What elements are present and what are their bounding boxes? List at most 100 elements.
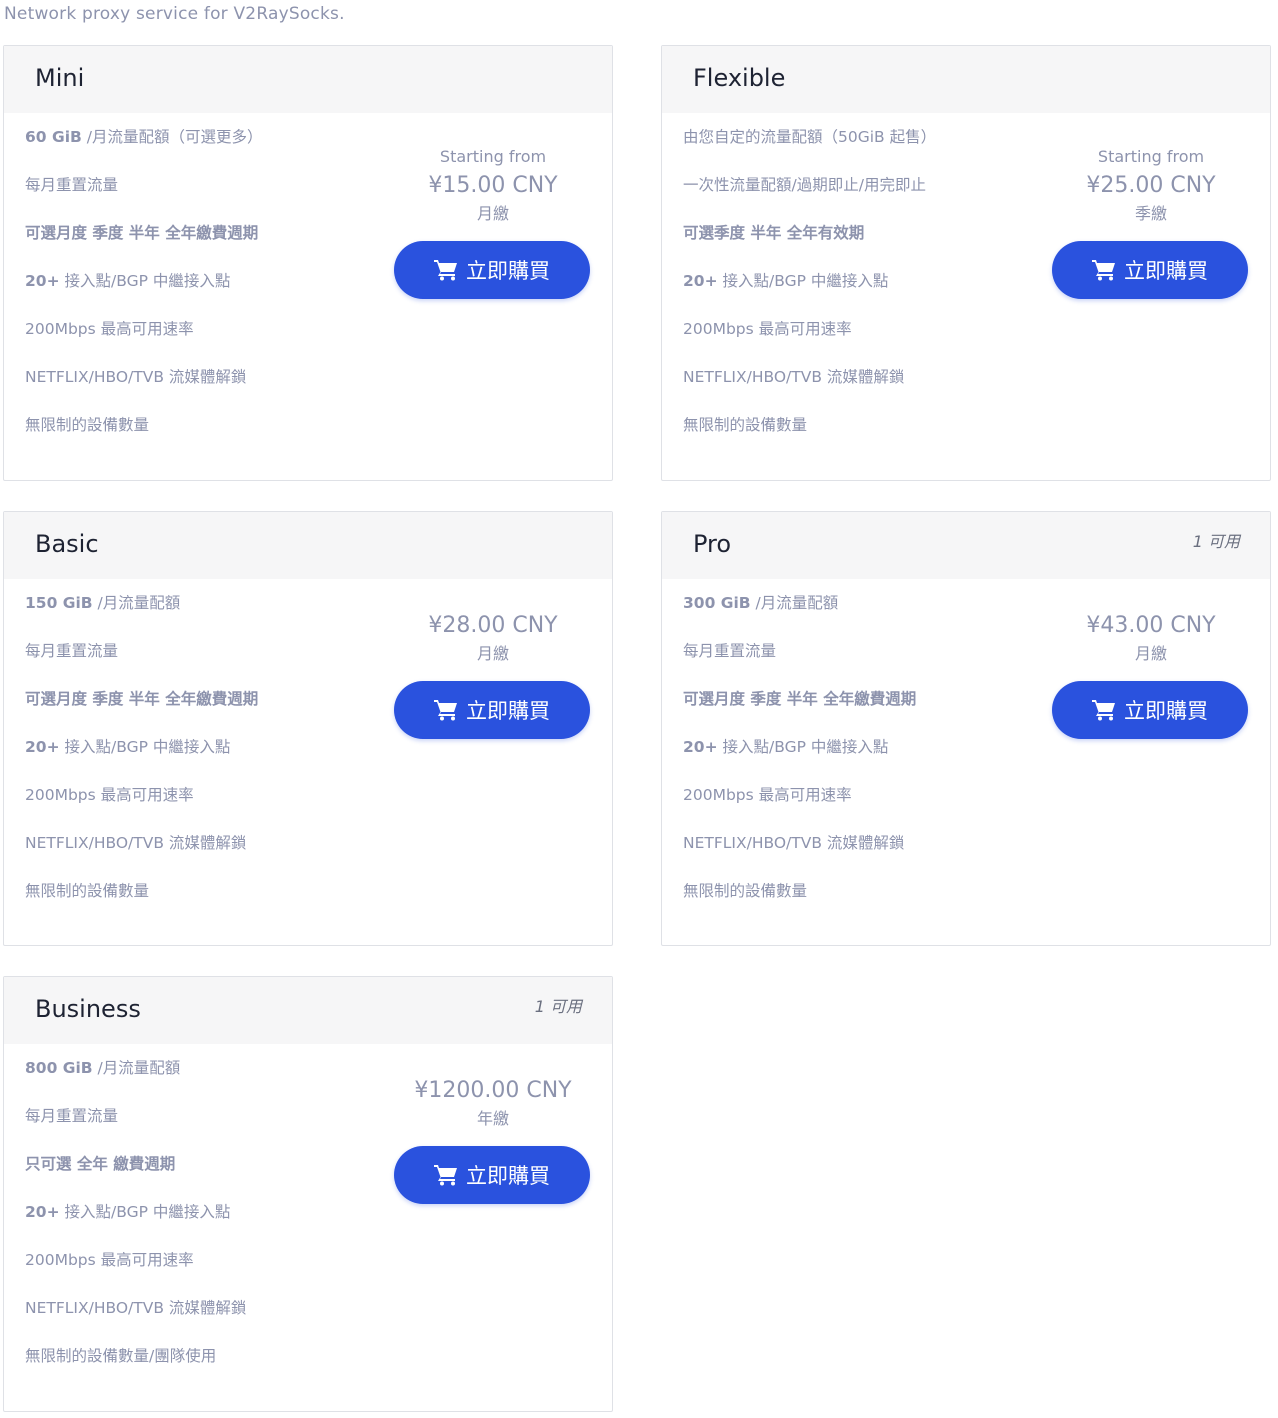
- feature-text: NETFLIX/HBO/TVB 流媒體解鎖: [25, 368, 247, 386]
- feature-item: 每月重置流量: [25, 172, 262, 220]
- feature-list: 300 GiB /月流量配額每月重置流量可選月度 季度 半年 全年繳費週期 20+…: [683, 590, 916, 926]
- feature-text: 接入點/BGP 中繼接入點: [59, 272, 231, 290]
- plan-title: Flexible: [693, 64, 786, 92]
- feature-text: NETFLIX/HBO/TVB 流媒體解鎖: [683, 834, 905, 852]
- price-box: ¥43.00 CNY 月繳 立即購買: [1052, 611, 1250, 739]
- feature-item: 20+ 接入點/BGP 中繼接入點: [25, 734, 258, 782]
- buy-now-label: 立即購買: [466, 1164, 550, 1188]
- buy-now-button[interactable]: 立即購買: [394, 241, 590, 299]
- availability-label: 1 可用: [1192, 532, 1240, 551]
- feature-text: 無限制的設備數量: [683, 416, 808, 434]
- feature-list: 150 GiB /月流量配額 每月重置流量 可選月度 季度 半年 全年繳費週期 20+…: [25, 590, 258, 926]
- feature-item: 由您自定的流量配額（50GiB 起售）: [683, 124, 936, 172]
- plan-card-flexible: Flexible 由您自定的流量配額（50GiB 起售） 一次性流量配額/過期即止…: [661, 45, 1271, 481]
- feature-text: 無限制的設備數量: [25, 882, 150, 900]
- feature-item: 60 GiB /月流量配額（可選更多）: [25, 124, 262, 172]
- price-amount: ¥15.00 CNY: [428, 173, 558, 198]
- feature-text: /月流量配額: [92, 594, 181, 612]
- feature-text: 無限制的設備數量: [25, 416, 150, 434]
- feature-highlight: 60 GiB: [25, 128, 82, 146]
- buy-now-button[interactable]: 立即購買: [1052, 681, 1248, 739]
- buy-now-label: 立即購買: [466, 699, 550, 723]
- feature-highlight: 20+: [25, 1203, 60, 1221]
- starting-from-label: Starting from: [439, 147, 547, 166]
- cart-icon: [1092, 700, 1115, 721]
- feature-highlight: 300 GiB: [683, 594, 751, 612]
- pricing-page: Network proxy service for V2RaySocks. Mi…: [0, 0, 1278, 1418]
- card-header: Business 1 可用: [4, 977, 612, 1044]
- feature-text: 每月重置流量: [25, 176, 119, 194]
- buy-now-label: 立即購買: [1124, 699, 1208, 723]
- card-header: Pro 1 可用: [662, 512, 1270, 579]
- feature-item: 每月重置流量: [25, 638, 258, 686]
- availability-label: 1 可用: [534, 997, 582, 1016]
- card-header: Flexible: [662, 46, 1270, 113]
- feature-highlight: 可選季度 半年 全年有效期: [683, 224, 865, 242]
- price-box: ¥1200.00 CNY 年繳 立即購買: [394, 1076, 592, 1204]
- buy-now-button[interactable]: 立即購買: [394, 681, 590, 739]
- feature-item: 20+ 接入點/BGP 中繼接入點: [683, 734, 916, 782]
- feature-text: NETFLIX/HBO/TVB 流媒體解鎖: [683, 368, 905, 386]
- feature-item: 20+ 接入點/BGP 中繼接入點: [25, 1199, 246, 1247]
- plan-title: Mini: [35, 64, 85, 92]
- buy-now-button[interactable]: 立即購買: [1052, 241, 1248, 299]
- price-box: Starting from ¥25.00 CNY 季繳 立即購買: [1052, 143, 1250, 299]
- feature-text: NETFLIX/HBO/TVB 流媒體解鎖: [25, 1299, 247, 1317]
- feature-text: 200Mbps 最高可用速率: [683, 320, 852, 338]
- plan-title: Pro: [693, 530, 732, 558]
- feature-item: 無限制的設備數量: [25, 878, 258, 926]
- billing-cycle: 月繳: [476, 644, 509, 663]
- feature-item: 20+ 接入點/BGP 中繼接入點: [25, 268, 262, 316]
- feature-item: 200Mbps 最高可用速率: [25, 316, 262, 364]
- feature-text: 接入點/BGP 中繼接入點: [59, 738, 231, 756]
- feature-text: /月流量配額: [750, 594, 839, 612]
- card-header: Basic: [4, 512, 612, 579]
- feature-item: 800 GiB /月流量配額: [25, 1055, 246, 1103]
- feature-text: 200Mbps 最高可用速率: [683, 786, 852, 804]
- price-amount: ¥28.00 CNY: [428, 613, 558, 638]
- feature-text: 200Mbps 最高可用速率: [25, 786, 194, 804]
- feature-highlight: 20+: [683, 272, 718, 290]
- page-subtitle: Network proxy service for V2RaySocks.: [4, 4, 345, 24]
- feature-item: NETFLIX/HBO/TVB 流媒體解鎖: [683, 364, 936, 412]
- feature-highlight: 20+: [25, 272, 60, 290]
- feature-item: 每月重置流量: [25, 1103, 246, 1151]
- feature-item: 可選月度 季度 半年 全年繳費週期: [683, 686, 916, 734]
- price-amount: ¥43.00 CNY: [1086, 613, 1216, 638]
- feature-item: 可選季度 半年 全年有效期: [683, 220, 936, 268]
- feature-item: 200Mbps 最高可用速率: [683, 782, 916, 830]
- billing-cycle: 月繳: [1134, 644, 1167, 663]
- buy-now-label: 立即購買: [1124, 259, 1208, 283]
- billing-cycle: 年繳: [476, 1109, 509, 1128]
- buy-now-button[interactable]: 立即購買: [394, 1146, 590, 1204]
- feature-item: NETFLIX/HBO/TVB 流媒體解鎖: [25, 830, 258, 878]
- cart-icon: [434, 700, 457, 721]
- cart-icon: [434, 1165, 457, 1186]
- feature-text: /月流量配額: [92, 1059, 181, 1077]
- feature-item: NETFLIX/HBO/TVB 流媒體解鎖: [25, 1295, 246, 1343]
- feature-item: 200Mbps 最高可用速率: [683, 316, 936, 364]
- feature-item: NETFLIX/HBO/TVB 流媒體解鎖: [683, 830, 916, 878]
- price-box: ¥28.00 CNY 月繳 立即購買: [394, 611, 592, 739]
- plan-title: Business: [35, 995, 141, 1023]
- feature-list: 60 GiB /月流量配額（可選更多） 每月重置流量 可選月度 季度 半年 全年繳費…: [25, 124, 262, 460]
- feature-highlight: 可選月度 季度 半年 全年繳費週期: [683, 690, 917, 708]
- feature-text: 接入點/BGP 中繼接入點: [717, 272, 889, 290]
- buy-now-label: 立即購買: [466, 259, 550, 283]
- feature-text: /月流量配額（可選更多）: [81, 128, 263, 146]
- billing-cycle: 月繳: [476, 204, 509, 223]
- feature-item: 200Mbps 最高可用速率: [25, 1247, 246, 1295]
- feature-text: 接入點/BGP 中繼接入點: [717, 738, 889, 756]
- feature-item: 可選月度 季度 半年 全年繳費週期: [25, 686, 258, 734]
- billing-cycle: 季繳: [1134, 204, 1167, 223]
- feature-text: 每月重置流量: [683, 642, 777, 660]
- plan-card-basic: Basic 150 GiB /月流量配額 每月重置流量 可選月度 季度 半年 全年繳…: [3, 511, 613, 946]
- feature-list: 由您自定的流量配額（50GiB 起售） 一次性流量配額/過期即止/用完即止 可選季度…: [683, 124, 936, 460]
- feature-text: 由您自定的流量配額（50GiB 起售）: [683, 128, 937, 146]
- price-box: Starting from ¥15.00 CNY 月繳 立即購買: [394, 143, 592, 299]
- feature-item: 150 GiB /月流量配額: [25, 590, 258, 638]
- plan-title: Basic: [35, 530, 99, 558]
- price-amount: ¥1200.00 CNY: [414, 1078, 572, 1103]
- feature-text: 無限制的設備數量/團隊使用: [25, 1347, 217, 1365]
- feature-highlight: 只可選 全年 繳費週期: [25, 1155, 176, 1173]
